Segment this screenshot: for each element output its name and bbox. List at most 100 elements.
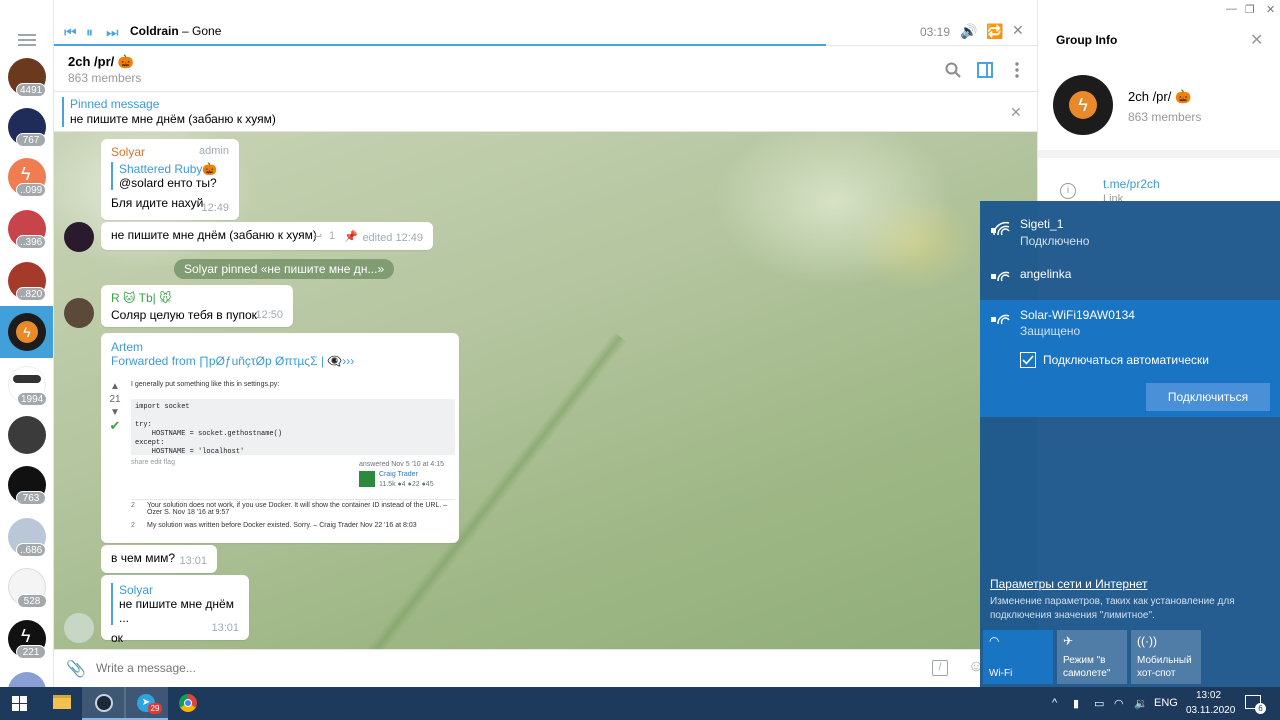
chat-title[interactable]: 2ch /pr/ 🎃 xyxy=(68,54,134,70)
restore-icon[interactable]: ❐ xyxy=(1245,3,1255,16)
group-link[interactable]: t.me/pr2ch xyxy=(1103,177,1160,191)
volume-icon[interactable]: 🔉 xyxy=(1134,697,1148,710)
minimize-icon[interactable]: — xyxy=(1226,3,1237,15)
auto-connect-label: Подключаться автоматически xyxy=(1043,353,1209,367)
more-options-icon[interactable] xyxy=(1008,61,1026,79)
quick-action-airplane[interactable]: ✈ Режим "в самолете" xyxy=(1057,630,1127,684)
search-icon[interactable] xyxy=(944,61,962,79)
chat-item[interactable]: ..396 xyxy=(8,210,47,249)
lightning-icon: ϟ xyxy=(16,321,38,343)
chat-item[interactable]: ..820 xyxy=(8,262,47,301)
chat-item[interactable]: 767 xyxy=(8,108,46,147)
chat-item[interactable]: ϟ 221 xyxy=(8,620,46,659)
network-settings-description: Изменение параметров, таких как установл… xyxy=(990,596,1235,621)
chat-item-active[interactable]: ϟ xyxy=(0,306,53,358)
vote-widget: ▲ 21 ▼ ✔ xyxy=(107,381,123,434)
quick-action-wifi[interactable]: ◠ Wi-Fi xyxy=(983,630,1053,684)
forwarded-from[interactable]: Forwarded from ∏pØƒuñçτØp ØπτµςΣ | 👁‍🗨››… xyxy=(111,354,354,368)
windows-start-icon[interactable] xyxy=(12,696,27,711)
chat-item[interactable] xyxy=(8,416,46,454)
network-settings-link[interactable]: Параметры сети и Интернет xyxy=(990,577,1148,591)
message-bubble[interactable]: в чем мим? 13:01 xyxy=(101,545,217,573)
file-explorer-app[interactable] xyxy=(40,687,84,720)
accepted-check-icon: ✔ xyxy=(109,418,121,433)
network-item[interactable]: angelinka xyxy=(980,251,1280,300)
chat-item[interactable]: ..686 xyxy=(8,518,47,557)
chrome-icon xyxy=(179,694,197,712)
input-language[interactable]: ENG xyxy=(1154,697,1178,709)
message-time: 12:49 xyxy=(201,202,229,214)
pinned-text: не пишите мне днём (забаню к хуям) xyxy=(70,112,276,126)
user-avatar[interactable] xyxy=(64,613,94,643)
clock-date[interactable]: 03.11.2020 xyxy=(1186,705,1235,716)
unread-badge: 767 xyxy=(16,133,46,147)
track-title[interactable]: Coldrain – Gone xyxy=(130,24,221,38)
message-bubble[interactable]: не пишите мне днём (забаню к хуям) ↩ 1 📌… xyxy=(101,222,433,250)
telegram-app[interactable]: ➤ 29 xyxy=(124,687,168,720)
message-bubble[interactable]: Solyar admin Shattered Ruby🎃 @solard енто… xyxy=(101,139,239,220)
network-item[interactable]: Sigeti_1 Подключено xyxy=(980,201,1280,251)
reply-preview[interactable]: Solyar не пишите мне днём ... xyxy=(111,583,239,625)
chat-header: 2ch /pr/ 🎃 863 members xyxy=(54,46,1037,92)
battery-icon[interactable]: ▭ xyxy=(1094,697,1104,710)
wifi-icon: ◠ xyxy=(989,634,1000,648)
check-icon xyxy=(1022,355,1034,365)
chat-item[interactable]: 4491 xyxy=(8,58,47,97)
forwarded-screenshot[interactable]: I generally put something like this in s… xyxy=(101,375,459,543)
user-avatar[interactable] xyxy=(64,222,94,252)
sender-name[interactable]: Artem xyxy=(111,340,143,354)
hotspot-icon: ((·)) xyxy=(1137,634,1157,648)
network-status: Защищено xyxy=(1020,324,1081,338)
forwarded-message[interactable]: Artem Forwarded from ∏pØƒuñçτØp ØπτµςΣ |… xyxy=(101,333,459,543)
pinned-message-bar[interactable]: Pinned message не пишите мне днём (забан… xyxy=(54,92,1037,132)
user-avatar xyxy=(359,471,375,487)
repeat-icon[interactable]: 🔁 xyxy=(986,23,1003,40)
sender-name[interactable]: R 🐱 Tb| 🐭 xyxy=(111,291,283,305)
network-status: Подключено xyxy=(1020,234,1090,248)
show-hidden-icons-icon[interactable]: ^ xyxy=(1052,697,1057,709)
connect-button[interactable]: Подключиться xyxy=(1146,383,1270,411)
auto-connect-checkbox[interactable] xyxy=(1020,352,1036,368)
close-icon[interactable]: ✕ xyxy=(1250,30,1263,50)
panel-title: Group Info xyxy=(1056,33,1118,47)
previous-track-icon[interactable]: ⏮ xyxy=(64,24,77,41)
bot-commands-icon[interactable]: / xyxy=(932,660,948,676)
pause-icon[interactable]: ⏸ xyxy=(86,24,93,41)
usb-icon[interactable]: ▮ xyxy=(1073,697,1079,710)
message-bubble[interactable]: Solyar не пишите мне днём ... ок 13:01 xyxy=(101,575,249,645)
menu-icon[interactable] xyxy=(18,34,36,46)
chat-item[interactable]: 528 xyxy=(8,568,47,608)
user-avatar[interactable] xyxy=(64,298,94,328)
message-bubble[interactable]: R 🐱 Tb| 🐭 Соляр целую тебя в пупок 12:50 xyxy=(101,285,293,327)
message-time: 13:01 xyxy=(179,555,207,567)
chat-item[interactable]: 1994 xyxy=(8,366,48,406)
chat-item[interactable] xyxy=(8,672,46,687)
chat-item[interactable]: ϟ ..099 xyxy=(8,158,47,197)
close-icon[interactable]: ✕ xyxy=(1010,104,1022,121)
group-avatar[interactable]: ϟ xyxy=(1053,75,1113,135)
so-comment: Your solution does not work, if you use … xyxy=(147,502,448,516)
sidebar-toggle-icon[interactable] xyxy=(976,61,994,79)
next-track-icon[interactable]: ⏭ xyxy=(106,24,119,41)
steam-app[interactable] xyxy=(82,687,126,720)
comment-score: 2 xyxy=(131,522,135,529)
volume-icon[interactable]: 🔊 xyxy=(960,23,977,40)
pinned-title: Pinned message xyxy=(70,97,160,111)
quick-action-hotspot[interactable]: ((·)) Мобильный хот-спот xyxy=(1131,630,1201,684)
info-icon: i xyxy=(1060,183,1076,199)
message-input[interactable] xyxy=(96,661,896,675)
attach-icon[interactable]: 📎 xyxy=(66,659,86,679)
chat-item[interactable]: 763 xyxy=(8,466,46,505)
close-player-icon[interactable]: ✕ xyxy=(1012,22,1024,39)
notification-center-icon[interactable]: 6 xyxy=(1245,695,1266,714)
window-close-icon[interactable]: ✕ xyxy=(1266,3,1275,16)
wifi-icon[interactable]: ◠ xyxy=(1114,697,1124,710)
unread-badge: 29 xyxy=(148,703,162,714)
upvote-icon: ▲ xyxy=(110,381,120,392)
unread-badge: 4491 xyxy=(16,83,47,97)
chrome-app[interactable] xyxy=(166,687,210,720)
sender-name[interactable]: Solyar xyxy=(111,145,145,159)
group-name: 2ch /pr/ 🎃 xyxy=(1128,89,1192,104)
clock-time[interactable]: 13:02 xyxy=(1196,690,1221,701)
reply-preview[interactable]: Shattered Ruby🎃 @solard енто ты? xyxy=(111,162,229,190)
